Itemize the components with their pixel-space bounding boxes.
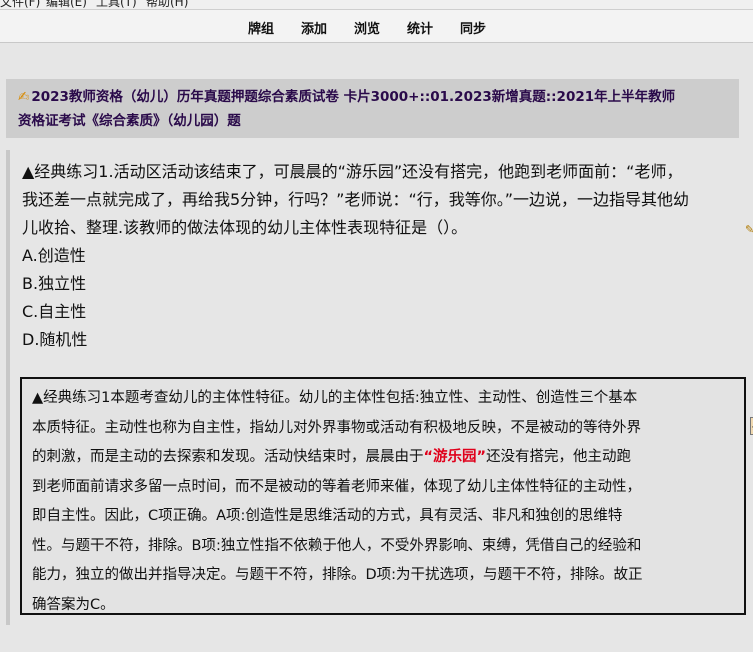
- option-a[interactable]: A.创造性: [22, 242, 86, 270]
- answer-line: 本质特征。主动性也称为自主性，指幼儿对外界事物或活动有积极地反映，不是被动的等待…: [32, 419, 641, 436]
- deck-title-box: ✍ 2023教师资格（幼儿）历年真题押题综合素质试卷 卡片3000+::01.20…: [6, 79, 739, 138]
- decks-button[interactable]: 牌组: [248, 18, 274, 37]
- answer-line: 能力，独立的做出并指导决定。与题干不符，排除。D项:为干扰选项，与题干不符，排除…: [32, 567, 643, 583]
- menu-file[interactable]: 文件(F): [0, 0, 40, 9]
- deck-title-line-2: 资格证考试《综合素质》（幼儿园）题: [18, 113, 241, 129]
- highlight-text: “游乐园”: [423, 449, 487, 465]
- answer-line: 到老师面前请求多留一点时间，而不是被动的等着老师来催，体现了幼儿主体性特征的主动…: [32, 478, 641, 495]
- add-button[interactable]: 添加: [301, 18, 327, 37]
- toolbar: 牌组 添加 浏览 统计 同步: [0, 10, 753, 43]
- browse-button[interactable]: 浏览: [354, 18, 380, 37]
- answer-line: ▲经典练习1本题考查幼儿的主体性特征。幼儿的主体性包括:独立性、主动性、创造性三…: [32, 390, 638, 406]
- menu-edit[interactable]: 编辑(E): [46, 0, 87, 9]
- option-d[interactable]: D.随机性: [22, 326, 87, 354]
- question-line: 儿收拾、整理.该教师的做法体现的幼儿主体性表现特征是（）。: [22, 218, 468, 237]
- menu-tools[interactable]: 工具(T): [96, 0, 137, 9]
- deck-title-line-1: ✍ 2023教师资格（幼儿）历年真题押题综合素质试卷 卡片3000+::01.20…: [18, 89, 676, 105]
- answer-line: 即自主性。因此，C项正确。A项:创造性是思维活动的方式，具有灵活、非凡和独创的思…: [32, 508, 623, 524]
- question-line: ▲经典练习1.活动区活动该结束了，可晨晨的“游乐园”还没有搭完，他跑到老师面前：…: [22, 162, 683, 181]
- pencil-hand-icon: ✍: [18, 89, 30, 105]
- answer-line: 的刺激，而是主动的去探索和发现。活动快结束时，晨晨由于“游乐园”还没有搭完，他主…: [32, 449, 632, 465]
- question-line: 我还差一点就完成了，再给我5分钟，行吗？”老师说：“行，我等你。”一边说，一边指…: [22, 190, 690, 209]
- sync-button[interactable]: 同步: [460, 18, 486, 37]
- option-b[interactable]: B.独立性: [22, 270, 86, 298]
- question-text: ▲经典练习1.活动区活动该结束了，可晨晨的“游乐园”还没有搭完，他跑到老师面前：…: [22, 158, 752, 242]
- note-icon: ✎: [745, 223, 753, 235]
- option-c[interactable]: C.自主性: [22, 298, 86, 326]
- stats-button[interactable]: 统计: [407, 18, 433, 37]
- menu-bar: 文件(F) 编辑(E) 工具(T) 帮助(H): [0, 0, 753, 10]
- answer-line: 性。与题干不符，排除。B项:独立性指不依赖于他人，不受外界影响、束缚，凭借自己的…: [32, 537, 642, 554]
- answer-line: 确答案为C。: [32, 596, 115, 613]
- answer-box: ▲经典练习1本题考查幼儿的主体性特征。幼儿的主体性包括:独立性、主动性、创造性三…: [20, 377, 753, 615]
- menu-help[interactable]: 帮助(H): [146, 0, 188, 9]
